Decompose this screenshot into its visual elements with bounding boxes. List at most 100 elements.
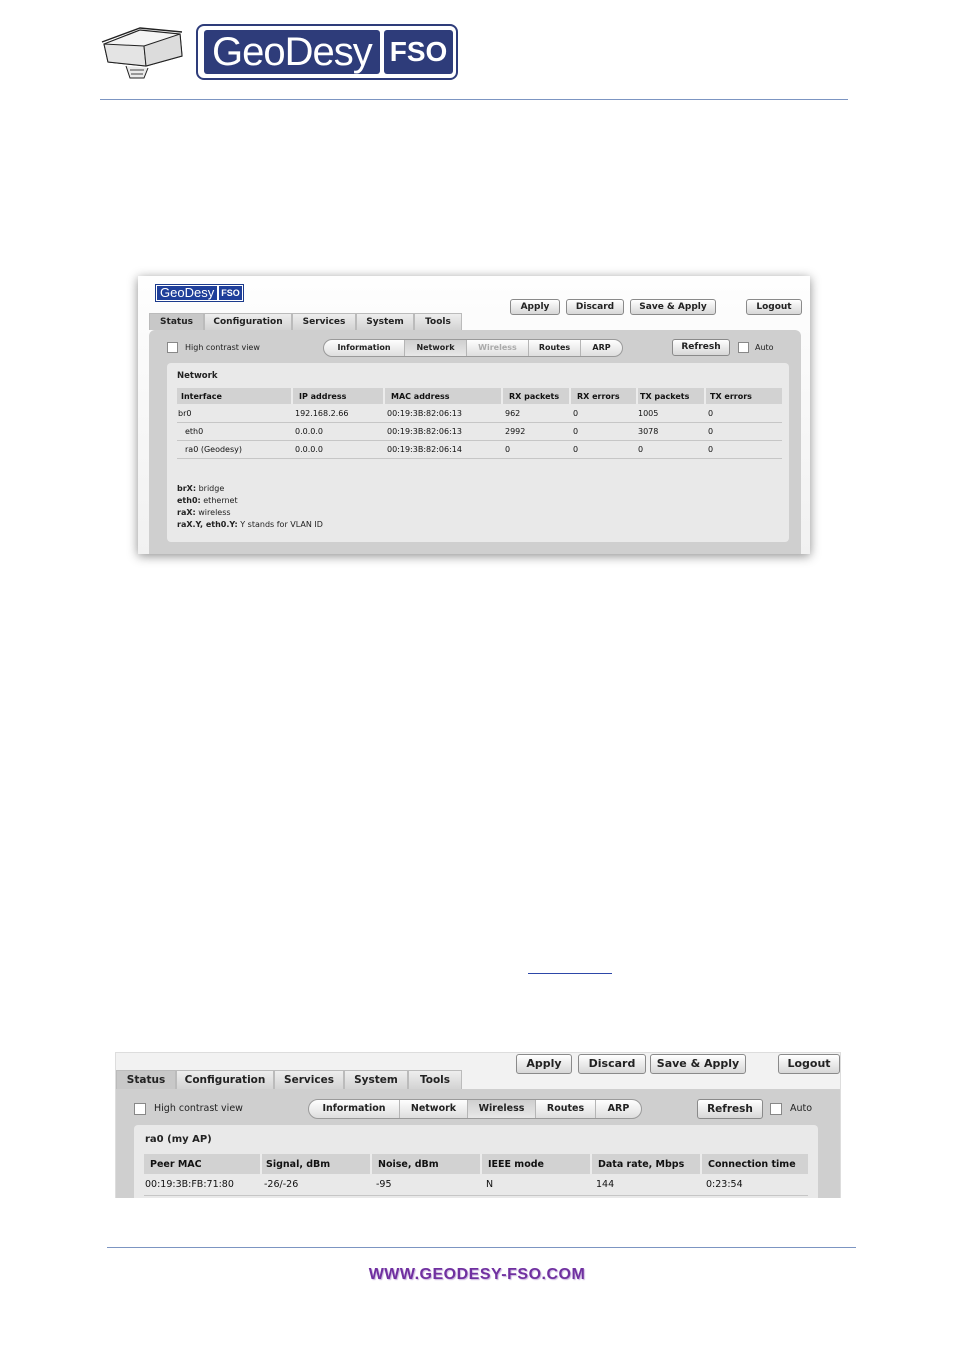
auto-checkbox[interactable] [738,342,749,353]
cell-ip: 0.0.0.0 [291,441,383,459]
cell-ieee-mode: N [480,1174,590,1196]
tab-tools[interactable]: Tools [414,313,462,330]
refresh-button[interactable]: Refresh [672,339,730,356]
save-apply-button[interactable]: Save & Apply [650,1054,746,1074]
cell-mac: 00:19:3B:82:06:13 [383,423,501,441]
hyperlink-underline[interactable] [528,973,612,974]
status-panel: High contrast view Information Network W… [116,1089,840,1198]
cell-signal: -26/-26 [260,1174,370,1196]
tab-status[interactable]: Status [116,1070,176,1089]
status-subtabs: Information Network Wireless Routes ARP [308,1099,642,1119]
tab-tools[interactable]: Tools [408,1070,462,1089]
cell-interface: br0 [177,404,291,423]
cell-tx-errors: 0 [704,404,782,423]
cell-tx-packets: 3078 [636,423,704,441]
cell-data-rate: 144 [590,1174,700,1196]
discard-button[interactable]: Discard [566,299,624,315]
high-contrast-checkbox[interactable] [167,342,178,353]
col-rx-errors: RX errors [569,388,636,404]
app-logo: GeoDesy FSO [155,284,244,302]
table-row: br0 192.168.2.66 00:19:3B:82:06:13 962 0… [177,404,782,423]
screenshot-network-status: GeoDesy FSO Apply Discard Save & Apply L… [138,276,810,554]
cell-rx-errors: 0 [569,423,636,441]
save-apply-button[interactable]: Save & Apply [630,299,716,315]
tab-services[interactable]: Services [292,313,356,330]
legend-item: brX: bridge [177,484,225,493]
table-row: eth0 0.0.0.0 00:19:3B:82:06:13 2992 0 30… [177,423,782,441]
wireless-table: Peer MAC Signal, dBm Noise, dBm IEEE mod… [144,1154,808,1196]
subtab-information[interactable]: Information [309,1100,399,1118]
col-tx-errors: TX errors [704,388,782,404]
tab-system[interactable]: System [344,1070,408,1089]
auto-label: Auto [790,1103,813,1114]
cell-ip: 192.168.2.66 [291,404,383,423]
cell-mac: 00:19:3B:82:06:14 [383,441,501,459]
subtab-network[interactable]: Network [399,1100,467,1118]
col-signal: Signal, dBm [260,1154,370,1174]
high-contrast-label: High contrast view [154,1103,243,1114]
col-rx-packets: RX packets [501,388,569,404]
cell-tx-packets: 0 [636,441,704,459]
fso-device-icon [101,27,183,79]
geodesy-fso-logo: GeoDesy FSO [196,24,458,80]
tab-services[interactable]: Services [274,1070,344,1089]
tab-configuration[interactable]: Configuration [204,313,292,330]
col-peer-mac: Peer MAC [144,1154,260,1174]
legend-item: raX.Y, eth0.Y: Y stands for VLAN ID [177,520,323,529]
logout-button[interactable]: Logout [778,1054,840,1074]
brand-main: GeoDesy [204,30,380,74]
section-title: ra0 (my AP) [145,1134,212,1145]
cell-tx-errors: 0 [704,441,782,459]
discard-button[interactable]: Discard [578,1054,646,1074]
tab-status[interactable]: Status [149,313,204,330]
col-interface: Interface [177,388,291,404]
footer-divider [107,1247,856,1248]
cell-interface: eth0 [177,423,291,441]
header-divider [100,99,848,100]
subtab-network[interactable]: Network [404,340,466,356]
table-row: 00:19:3B:FB:71:80 -26/-26 -95 N 144 0:23… [144,1174,808,1196]
logout-button[interactable]: Logout [746,299,802,315]
refresh-button[interactable]: Refresh [697,1099,763,1119]
cell-connection-time: 0:23:54 [700,1174,808,1196]
status-subtabs: Information Network Wireless Routes ARP [323,339,623,357]
subtab-arp[interactable]: ARP [580,340,622,356]
wireless-box: ra0 (my AP) Peer MAC Signal, dBm Noise, … [134,1125,818,1198]
cell-rx-packets: 962 [501,404,569,423]
table-row: ra0 (Geodesy) 0.0.0.0 00:19:3B:82:06:14 … [177,441,782,459]
col-ip-address: IP address [291,388,383,404]
cell-rx-errors: 0 [569,441,636,459]
cell-ip: 0.0.0.0 [291,423,383,441]
cell-tx-packets: 1005 [636,404,704,423]
subtab-arp[interactable]: ARP [595,1100,641,1118]
apply-button[interactable]: Apply [516,1054,572,1074]
subtab-wireless[interactable]: Wireless [467,1100,535,1118]
subtab-wireless: Wireless [466,340,528,356]
network-table: Interface IP address MAC address RX pack… [177,388,782,459]
screenshot-wireless-status: Apply Discard Save & Apply Logout Status… [115,1052,841,1198]
tab-configuration[interactable]: Configuration [176,1070,274,1089]
high-contrast-checkbox[interactable] [134,1103,146,1115]
cell-rx-errors: 0 [569,404,636,423]
cell-peer-mac: 00:19:3B:FB:71:80 [144,1174,260,1196]
col-mac-address: MAC address [383,388,501,404]
footer-website-link[interactable]: WWW.GEODESY-FSO.COM [0,1266,954,1284]
auto-checkbox[interactable] [770,1103,782,1115]
main-tabs: Status Configuration Services System Too… [149,313,462,330]
table-header-row: Interface IP address MAC address RX pack… [177,388,782,404]
legend-item: raX: wireless [177,508,231,517]
subtab-routes[interactable]: Routes [535,1100,595,1118]
col-noise: Noise, dBm [370,1154,480,1174]
legend-item: eth0: ethernet [177,496,238,505]
col-ieee-mode: IEEE mode [480,1154,590,1174]
tab-system[interactable]: System [356,313,414,330]
high-contrast-label: High contrast view [185,343,260,352]
cell-noise: -95 [370,1174,480,1196]
main-tabs: Status Configuration Services System Too… [116,1070,462,1089]
subtab-information[interactable]: Information [324,340,404,356]
subtab-routes[interactable]: Routes [528,340,580,356]
section-title: Network [177,371,218,381]
apply-button[interactable]: Apply [510,299,560,315]
network-box: Network Interface IP address MAC address… [167,363,789,542]
col-tx-packets: TX packets [636,388,704,404]
